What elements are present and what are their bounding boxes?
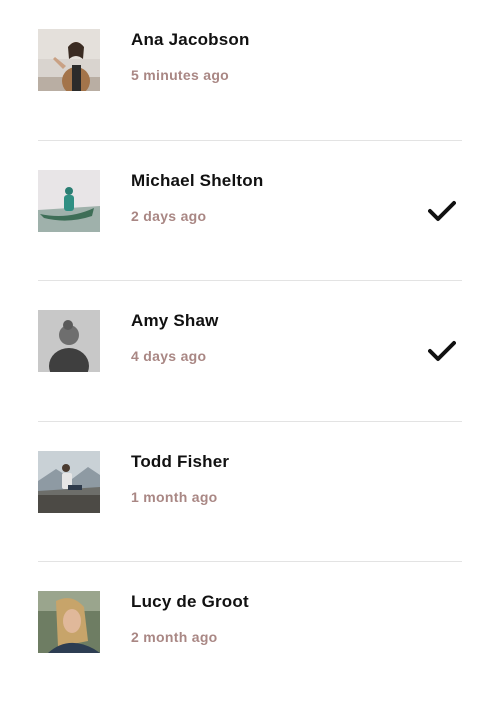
list-item[interactable]: Ana Jacobson 5 minutes ago	[38, 0, 462, 141]
contact-name: Ana Jacobson	[131, 30, 250, 49]
list-item[interactable]: Amy Shaw 4 days ago	[38, 281, 462, 422]
contact-name: Amy Shaw	[131, 311, 219, 330]
avatar	[38, 591, 100, 653]
timestamp: 2 days ago	[131, 207, 207, 224]
avatar	[38, 169, 100, 232]
timestamp: 1 month ago	[131, 488, 218, 505]
avatar	[38, 450, 100, 513]
contact-list: Ana Jacobson 5 minutes ago Michael Shelt…	[38, 0, 462, 703]
checkmark-icon	[428, 340, 456, 362]
avatar	[38, 29, 100, 91]
list-item[interactable]: Michael Shelton 2 days ago	[38, 141, 462, 281]
list-item[interactable]: Lucy de Groot 2 month ago	[38, 562, 462, 703]
contact-name: Lucy de Groot	[131, 592, 249, 611]
timestamp: 2 month ago	[131, 629, 218, 645]
contact-name: Michael Shelton	[131, 170, 264, 190]
contact-name: Todd Fisher	[131, 451, 230, 471]
timestamp: 4 days ago	[131, 348, 207, 364]
list-item[interactable]: Todd Fisher 1 month ago	[38, 422, 462, 562]
timestamp: 5 minutes ago	[131, 67, 230, 83]
avatar	[38, 310, 100, 372]
checkmark-icon	[428, 200, 456, 222]
